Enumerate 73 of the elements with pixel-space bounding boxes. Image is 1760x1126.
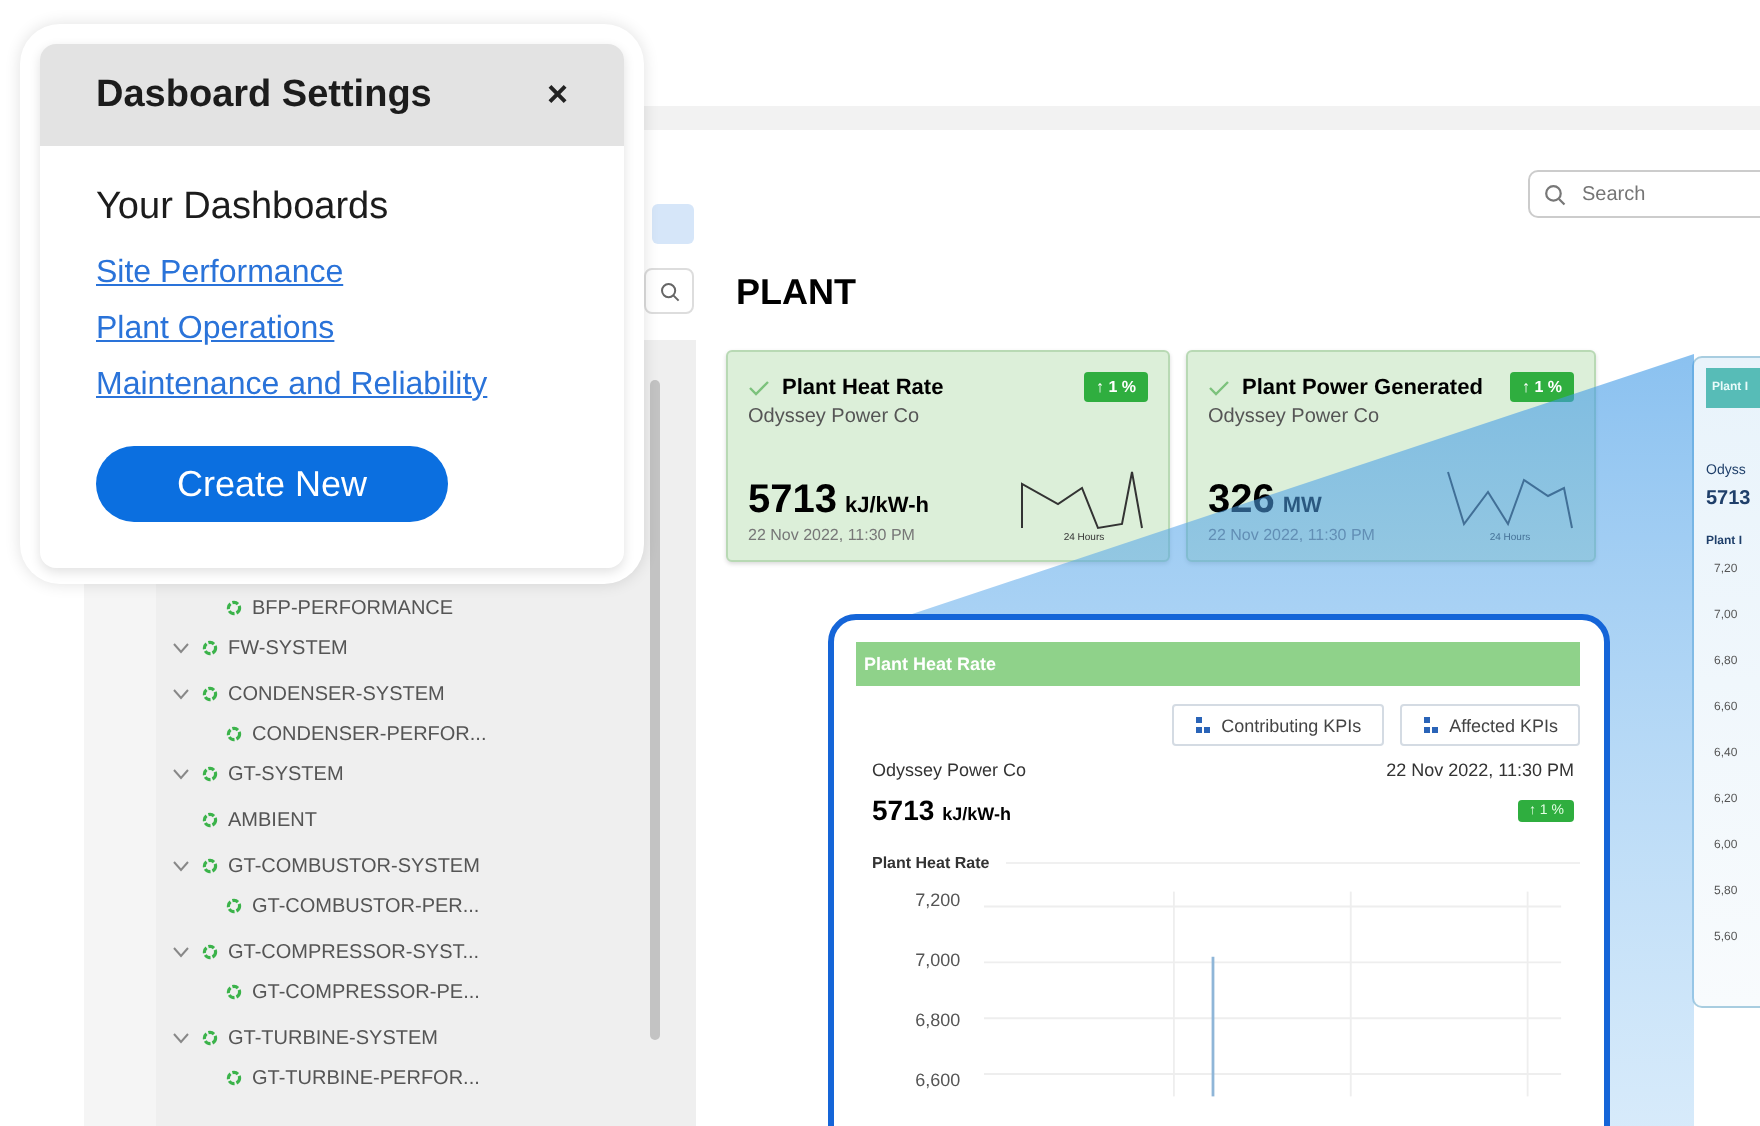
dashboard-link[interactable]: Maintenance and Reliability xyxy=(96,358,488,414)
ring-icon xyxy=(202,686,218,702)
create-button[interactable]: Create New xyxy=(96,446,448,522)
search-icon xyxy=(1544,184,1566,206)
tree-item[interactable]: BFP-PERFORMANCE xyxy=(252,597,454,619)
kpi-value: 5713 xyxy=(748,478,837,524)
ring-icon xyxy=(226,726,242,742)
check-icon xyxy=(1208,379,1230,395)
change-badge: ↑ 1 % xyxy=(1509,372,1574,402)
tree-item[interactable]: GT-COMPRESSOR-PE... xyxy=(252,981,480,1003)
ring-icon xyxy=(226,898,242,914)
ring-icon xyxy=(202,812,218,828)
tree-item[interactable]: CONDENSER-SYSTEM xyxy=(228,683,445,705)
dialog-title: Dasboard Settings xyxy=(96,73,432,117)
timestamp: 22 Nov 2022, 11:30 PM xyxy=(748,526,917,544)
kpi-value: 5713 xyxy=(872,794,935,826)
kpi-link-button[interactable]: Affected KPIs xyxy=(1399,704,1580,746)
kpi-unit: kJ/kW-h xyxy=(942,804,1011,824)
ring-icon xyxy=(202,944,218,960)
ring-icon xyxy=(226,984,242,1000)
ring-icon xyxy=(202,858,218,874)
hierarchy-icon xyxy=(1421,716,1440,734)
ring-icon xyxy=(202,1030,218,1046)
chevron-icon[interactable] xyxy=(171,946,189,958)
company-name: Odyssey Power Co xyxy=(872,760,1027,780)
axis-tick-label: 6,600 xyxy=(913,1068,961,1094)
ring-icon xyxy=(202,766,218,782)
hierarchy-icon xyxy=(1193,716,1212,734)
dashboard-link[interactable]: Site Performance xyxy=(96,246,344,302)
chart-title: Plant Heat Rate xyxy=(872,854,990,872)
tree-item[interactable]: GT-TURBINE-SYSTEM xyxy=(228,1027,439,1049)
dashboard-link[interactable]: Plant Operations xyxy=(96,302,335,358)
ring-icon xyxy=(202,640,218,656)
axis-tick-label: 7,200 xyxy=(913,888,961,914)
company-name: Odyssey Power Co xyxy=(1208,406,1382,428)
kpi-unit: MW xyxy=(1282,494,1322,518)
search-icon xyxy=(659,281,679,301)
tree-item[interactable]: GT-COMBUSTOR-SYSTEM xyxy=(228,855,480,877)
close-button[interactable]: × xyxy=(546,74,568,116)
tree-item[interactable]: GT-COMPRESSOR-SYST... xyxy=(228,941,480,963)
tree-item[interactable]: GT-COMBUSTOR-PER... xyxy=(252,895,480,917)
sparkline xyxy=(1020,468,1148,532)
scrollbar[interactable] xyxy=(650,380,660,1040)
chevron-icon[interactable] xyxy=(171,1032,189,1044)
kpi-unit: kJ/kW-h xyxy=(845,494,929,518)
tree-item[interactable]: GT-TURBINE-PERFOR... xyxy=(252,1067,480,1089)
ring-icon xyxy=(226,600,242,616)
tree-item[interactable]: AMBIENT xyxy=(228,809,317,831)
change-badge: ↑ 1 % xyxy=(1083,372,1148,402)
search-field[interactable]: Search xyxy=(1528,170,1760,218)
timestamp: 22 Nov 2022, 11:30 PM xyxy=(1208,526,1375,544)
tree-item[interactable]: FW-SYSTEM xyxy=(228,637,348,659)
axis-tick-label: 7,000 xyxy=(913,948,961,974)
chevron-icon[interactable] xyxy=(171,860,189,872)
chevron-icon[interactable] xyxy=(171,688,189,700)
card-header: Plant Heat Rate xyxy=(856,642,1580,686)
tree-item[interactable]: GT-SYSTEM xyxy=(228,763,344,785)
search-button[interactable] xyxy=(644,268,694,314)
company-name: Odyssey Power Co xyxy=(748,406,922,428)
chevron-icon[interactable] xyxy=(171,642,189,654)
tree-item[interactable]: CONDENSER-PERFOR... xyxy=(252,723,487,745)
ring-icon xyxy=(226,1070,242,1086)
axis-tick-label: 6,800 xyxy=(913,1008,961,1034)
chevron-icon[interactable] xyxy=(171,768,189,780)
kpi-title: Plant Power Generated xyxy=(1242,375,1485,399)
timestamp: 22 Nov 2022, 11:30 PM xyxy=(1386,760,1574,780)
check-icon xyxy=(748,379,770,395)
kpi-title: Plant Heat Rate xyxy=(782,375,946,399)
section-title: Your Dashboards xyxy=(96,186,389,230)
kpi-value: 326 xyxy=(1208,478,1275,524)
page-heading: PLANT xyxy=(736,270,858,314)
kpi-link-button[interactable]: Contributing KPIs xyxy=(1171,704,1384,746)
kpi-value: 5713 xyxy=(1706,488,1753,510)
